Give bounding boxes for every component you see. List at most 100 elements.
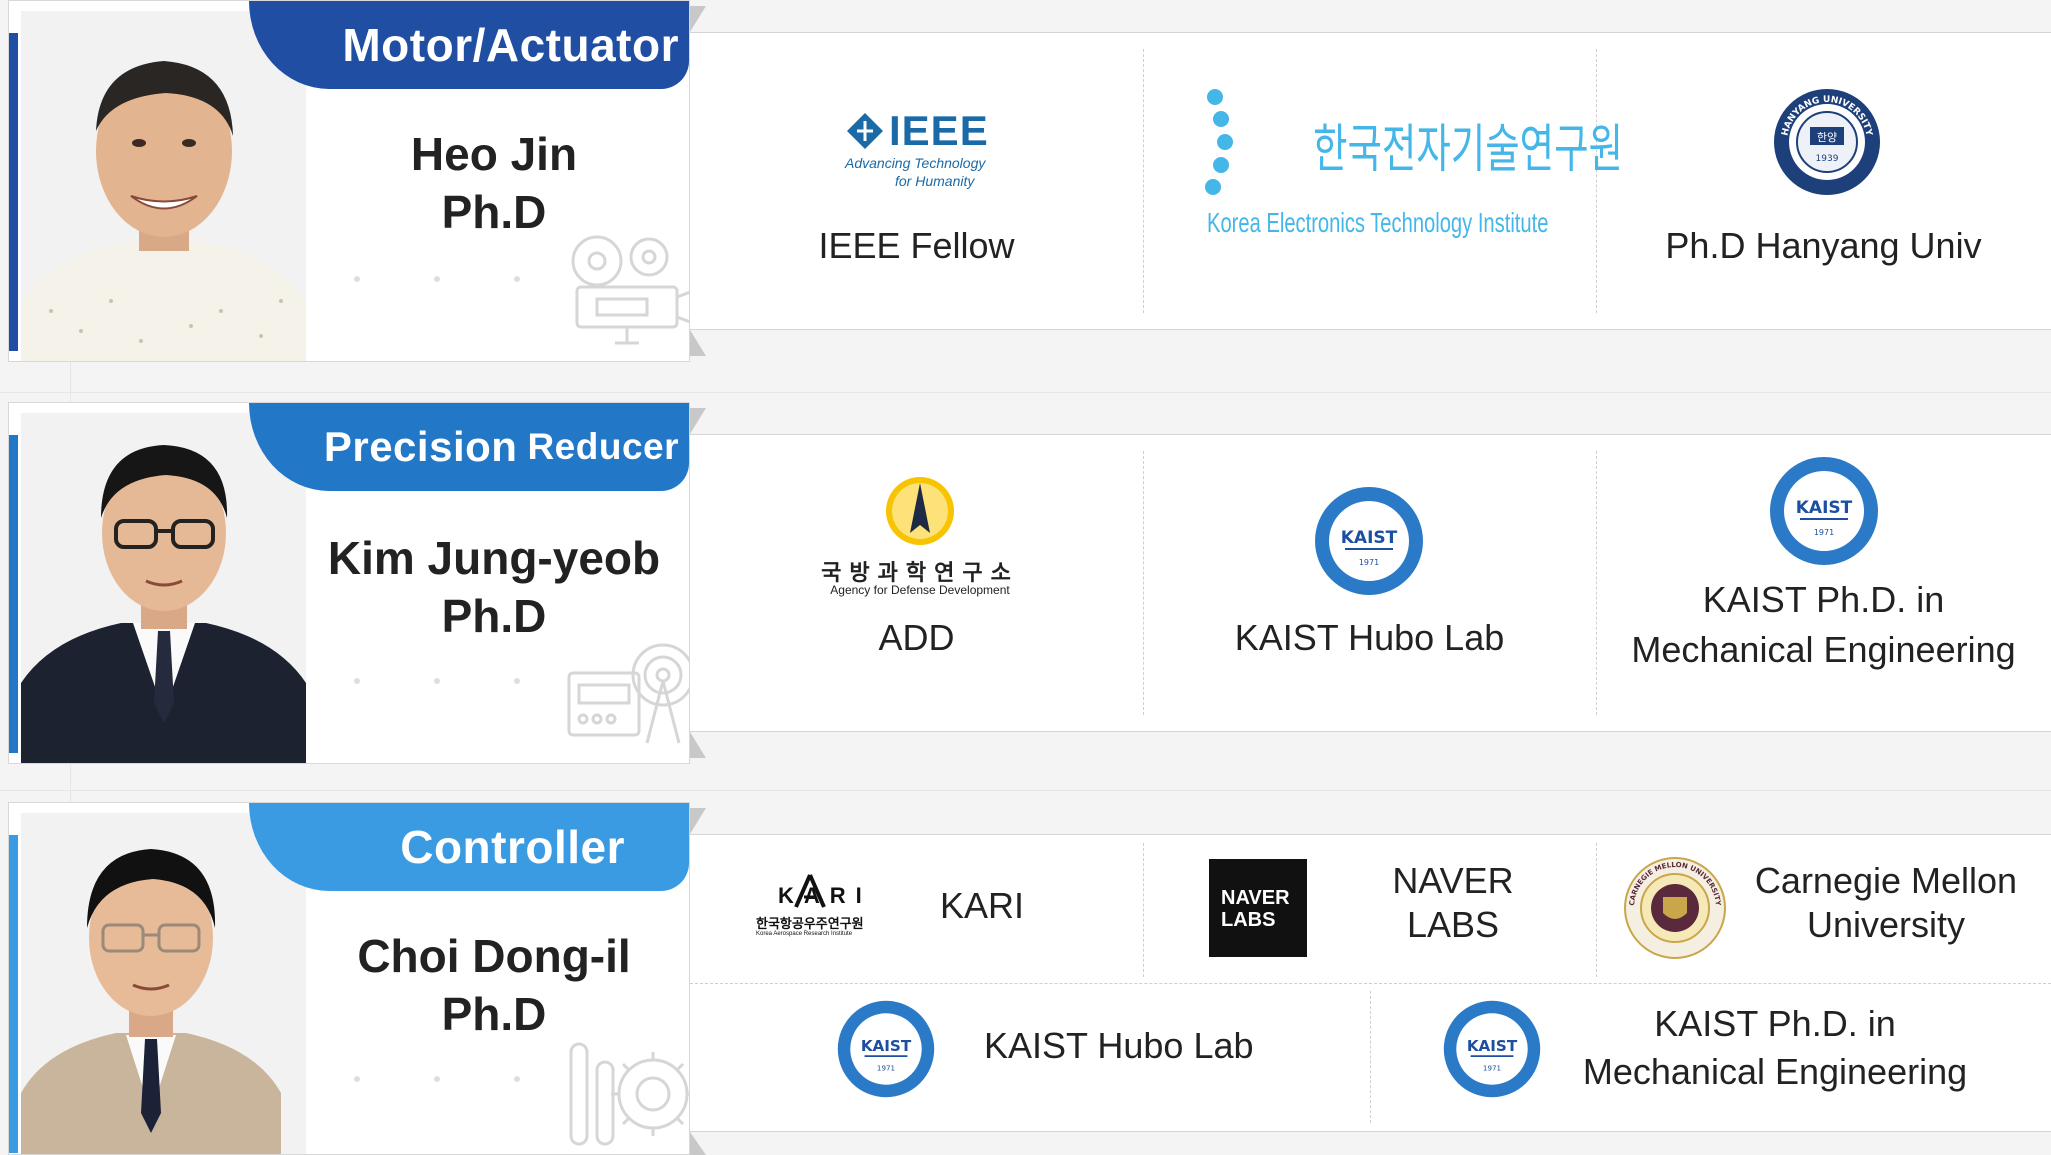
credentials-panel: IEEE Advancing Technology for Humanity I… [690, 32, 2051, 330]
credential-label: Ph.D Hanyang Univ [1665, 225, 1982, 266]
ieee-tagline-2: for Humanity [895, 173, 975, 189]
pagination-dots [354, 1076, 554, 1086]
kari-english-name: Korea Aerospace Research Institute [756, 931, 853, 937]
add-logo: 국방과학연구소 Agency for Defense Development [810, 475, 1030, 597]
credential-naver: NAVER LABS NAVER LABS [1143, 835, 1596, 983]
accent-bar [9, 835, 18, 1153]
credential-label-line-1: NAVER [1392, 860, 1514, 901]
kaist-seal-year: 1971 [877, 1063, 895, 1072]
category-tab: Precision Reducer [249, 403, 689, 491]
credential-label-line-2: Mechanical Engineering [1631, 629, 2016, 670]
naver-logo-line-2: LABS [1221, 909, 1276, 931]
category-label: Precision [323, 423, 518, 470]
kaist-seal-wordmark: KAIST [1341, 528, 1398, 548]
motor-icon [571, 235, 689, 345]
reducer-icon [567, 643, 689, 744]
team-row-controller: Controller Choi Dong-il Ph.D KARI 한국항공우주… [0, 802, 2051, 1155]
pagination-dots [354, 678, 554, 688]
kaist-seal-wordmark: KAIST [861, 1037, 912, 1055]
credential-label: KAIST Hubo Lab [1234, 617, 1505, 658]
member-name-block: Heo Jin Ph.D [309, 125, 679, 241]
connector-arrow [690, 1132, 706, 1155]
connector-arrow [690, 732, 706, 758]
member-card: Motor/Actuator Heo Jin Ph.D [8, 0, 690, 362]
pagination-dots [354, 276, 554, 286]
connector-arrow [690, 6, 706, 32]
add-emblem-icon [886, 477, 954, 545]
credential-kaist-phd: KAIST 1971 KAIST Ph.D. in Mechanical Eng… [1596, 435, 2051, 731]
team-row-motor: Motor/Actuator Heo Jin Ph.D IEEE Advanci… [0, 0, 2051, 362]
credential-kaist-hubo: KAIST 1971 KAIST Hubo Lab [1143, 435, 1596, 731]
member-photo [21, 813, 306, 1154]
credential-label-line-2: LABS [1406, 904, 1500, 945]
kari-logo: KARI 한국항공우주연구원 Korea Aerospace Research … [756, 873, 886, 953]
connector-arrow [690, 408, 706, 434]
category-tab: Controller [249, 803, 689, 891]
credential-hanyang: 한양 1939 HANYANG UNIVERSITY Ph.D Hanyang … [1596, 33, 2051, 329]
category-label: Controller [400, 821, 625, 873]
credential-kari: KARI 한국항공우주연구원 Korea Aerospace Research … [690, 835, 1143, 983]
ieee-wordmark: IEEE [889, 107, 989, 154]
hanyang-seal-korean: 한양 [1817, 131, 1837, 144]
accent-bar [9, 33, 18, 351]
category-label-suffix: Reducer [527, 426, 679, 467]
credential-label: IEEE Fellow [818, 225, 1015, 266]
naver-labs-logo: NAVER LABS [1209, 859, 1307, 957]
credential-label: ADD [878, 617, 955, 658]
credential-kaist-hubo: KAIST 1971 KAIST Hubo Lab [690, 983, 1370, 1133]
ieee-diamond-icon [847, 113, 883, 149]
credential-keti: 한국전자기술연구원 Korea Electronics Technology I… [1143, 33, 1623, 329]
credential-label-line-2: University [1806, 904, 1966, 945]
category-tab: Motor/Actuator [249, 1, 689, 89]
member-name: Choi Dong-il [357, 930, 631, 982]
kaist-seal: KAIST 1971 [836, 999, 936, 1099]
add-english-name: Agency for Defense Development [830, 583, 1010, 597]
kaist-seal: KAIST 1971 [1442, 999, 1542, 1099]
credentials-panel: KARI 한국항공우주연구원 Korea Aerospace Research … [690, 834, 2051, 1132]
kaist-seal-year: 1971 [1483, 1063, 1501, 1072]
credential-label: KAIST Hubo Lab [984, 1025, 1254, 1066]
credentials-panel: 국방과학연구소 Agency for Defense Development A… [690, 434, 2051, 732]
credential-cmu: CARNEGIE MELLON UNIVERSITY Carnegie Mell… [1596, 835, 2051, 983]
cmu-seal: CARNEGIE MELLON UNIVERSITY [1624, 857, 1726, 959]
controller-icon [569, 1042, 689, 1146]
naver-logo-line-1: NAVER [1221, 887, 1290, 909]
hanyang-seal: 한양 1939 HANYANG UNIVERSITY [1772, 87, 1882, 197]
ieee-tagline-1: Advancing Technology [845, 155, 986, 171]
credential-label-line-1: KAIST Ph.D. in [1654, 1003, 1896, 1044]
connector-arrow [690, 330, 706, 356]
member-name: Heo Jin [410, 128, 578, 180]
member-name-block: Kim Jung-yeob Ph.D [309, 529, 679, 645]
member-card: Precision Reducer Kim Jung-yeob Ph.D [8, 402, 690, 764]
credential-kaist-phd: KAIST 1971 KAIST Ph.D. in Mechanical Eng… [1370, 983, 2051, 1133]
kaist-seal-year: 1971 [1814, 528, 1834, 537]
credential-add: 국방과학연구소 Agency for Defense Development A… [690, 435, 1143, 731]
keti-dots-icon [1205, 89, 1233, 195]
member-photo [21, 11, 306, 361]
credential-ieee: IEEE Advancing Technology for Humanity I… [690, 33, 1143, 329]
member-name-block: Choi Dong-il Ph.D [309, 927, 679, 1043]
keti-korean-name: 한국전자기술연구원 [1313, 121, 1624, 179]
accent-bar [9, 435, 18, 753]
credential-label-line-2: Mechanical Engineering [1582, 1051, 1968, 1092]
category-label: Motor/Actuator [342, 19, 679, 71]
ieee-logo: IEEE Advancing Technology for Humanity [845, 107, 1005, 191]
keti-logo: 한국전자기술연구원 Korea Electronics Technology I… [1203, 87, 1623, 238]
kari-wordmark: KARI [778, 883, 872, 908]
member-photo [21, 413, 306, 763]
member-name: Kim Jung-yeob [327, 532, 661, 584]
team-row-reducer: Precision Reducer Kim Jung-yeob Ph.D 국방과… [0, 402, 2051, 764]
keti-english-name: Korea Electronics Technology Institute [1207, 207, 1549, 238]
kaist-seal-wordmark: KAIST [1796, 498, 1853, 518]
kaist-seal: KAIST 1971 [1313, 485, 1425, 597]
credential-label-line-1: Carnegie Mellon [1754, 860, 2018, 901]
credential-label: KARI [940, 885, 1025, 926]
member-card: Controller Choi Dong-il Ph.D [8, 802, 690, 1155]
kaist-seal-year: 1971 [1359, 558, 1379, 567]
hanyang-seal-year: 1939 [1816, 154, 1839, 164]
kaist-seal-wordmark: KAIST [1467, 1037, 1518, 1055]
kari-korean-name: 한국항공우주연구원 [756, 916, 864, 931]
kaist-seal: KAIST 1971 [1768, 455, 1880, 567]
credential-label-line-1: KAIST Ph.D. in [1702, 579, 1945, 620]
connector-arrow [690, 808, 706, 834]
